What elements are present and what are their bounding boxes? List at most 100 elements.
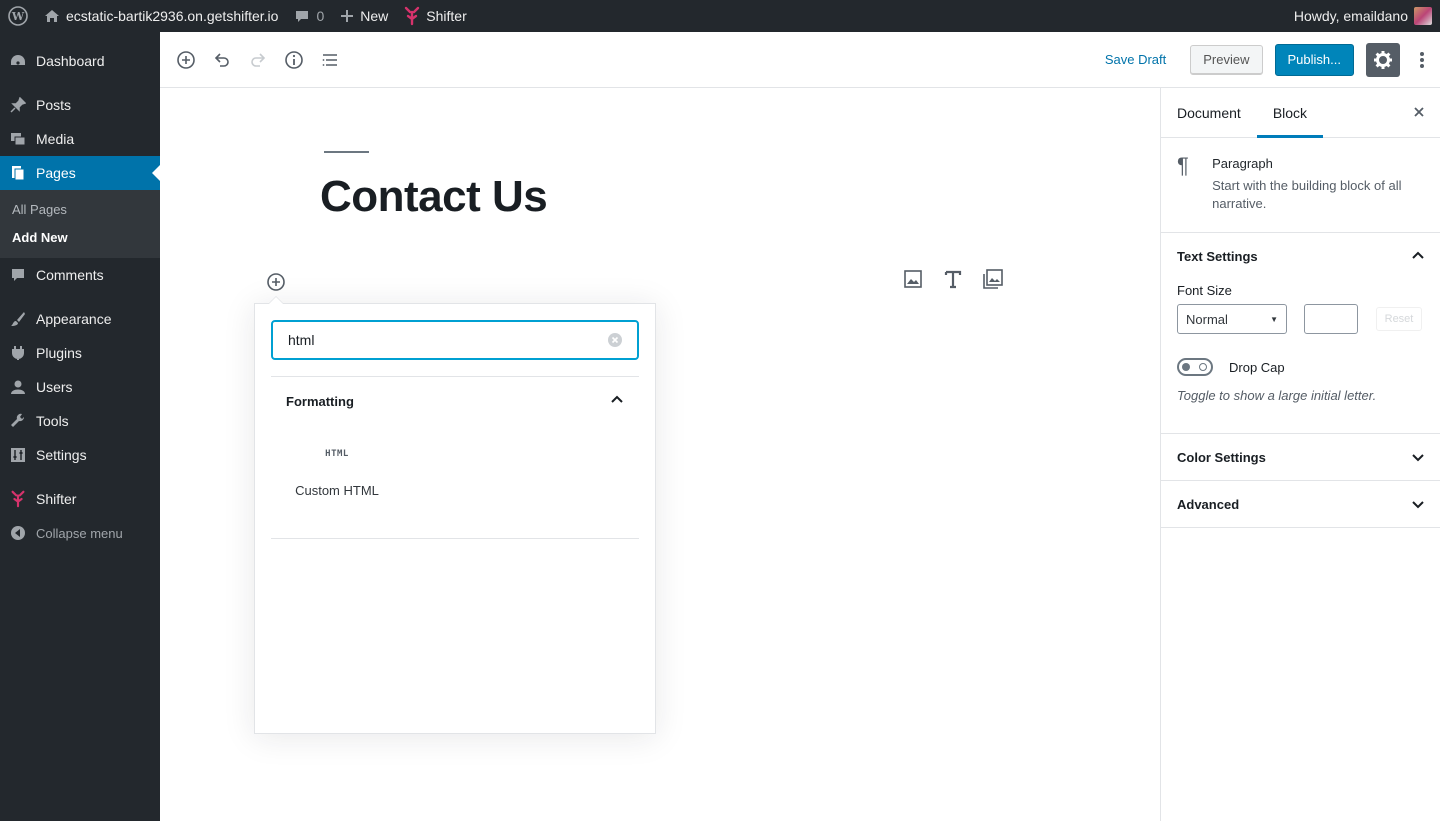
caret-down-icon: ▼	[1270, 315, 1278, 324]
sidebar-item-shifter[interactable]: Shifter	[0, 482, 160, 516]
sidebar-item-settings[interactable]: Settings	[0, 438, 160, 472]
sidebar-item-appearance[interactable]: Appearance	[0, 302, 160, 336]
user-icon	[10, 379, 26, 395]
separator-block[interactable]	[324, 151, 369, 153]
shifter-label: Shifter	[426, 8, 467, 24]
media-icon	[10, 131, 26, 147]
text-settings-panel: Text Settings Font Size Normal ▼ Reset D…	[1161, 233, 1440, 434]
undo-icon	[214, 52, 229, 67]
sidebar-item-posts[interactable]: Posts	[0, 88, 160, 122]
sidebar-item-plugins[interactable]: Plugins	[0, 336, 160, 370]
admin-bar: W ecstatic-bartik2936.on.getshifter.io 0…	[0, 0, 1440, 32]
advanced-toggle[interactable]: Advanced	[1161, 481, 1440, 527]
font-size-value: Normal	[1186, 311, 1228, 327]
panel-title: Advanced	[1177, 496, 1240, 512]
block-search-input[interactable]	[288, 332, 588, 348]
close-sidebar-button[interactable]	[1412, 105, 1426, 119]
pages-icon	[10, 165, 26, 181]
sidebar-item-media[interactable]: Media	[0, 122, 160, 156]
comments-count: 0	[316, 8, 325, 24]
preview-button[interactable]: Preview	[1190, 44, 1263, 75]
paragraph-icon: ¶	[1177, 153, 1189, 178]
sidebar-item-users[interactable]: Users	[0, 370, 160, 404]
collapse-menu-label: Collapse menu	[36, 525, 123, 541]
block-card-description: Start with the building block of all nar…	[1212, 178, 1402, 211]
save-draft-button[interactable]: Save Draft	[1093, 52, 1178, 67]
howdy-text: Howdy, emaildano	[1293, 8, 1408, 24]
gallery-icon	[983, 269, 1003, 289]
clear-search-button[interactable]	[607, 332, 623, 348]
color-settings-panel: Color Settings	[1161, 434, 1440, 481]
comments-link[interactable]: 0	[286, 0, 332, 32]
redo-icon	[251, 52, 266, 67]
color-settings-toggle[interactable]: Color Settings	[1161, 434, 1440, 480]
page-title[interactable]: Contact Us	[320, 172, 548, 222]
submenu-all-pages[interactable]: All Pages	[0, 196, 160, 224]
sidebar-item-label: Shifter	[36, 491, 77, 507]
settings-toggle-button[interactable]	[1366, 42, 1400, 77]
chevron-down-icon	[1410, 449, 1426, 465]
add-gallery-block-button[interactable]	[975, 266, 1011, 292]
collapse-menu-button[interactable]: Collapse menu	[0, 516, 160, 550]
close-icon	[1414, 107, 1424, 117]
drop-cap-toggle[interactable]	[1177, 358, 1213, 376]
add-heading-block-button[interactable]	[935, 266, 971, 292]
settings-sidebar: Document Block ¶ Paragraph Start with th…	[1160, 88, 1440, 821]
dashboard-icon	[10, 53, 26, 69]
pages-submenu: All Pages Add New	[0, 190, 160, 258]
sidebar-item-comments[interactable]: Comments	[0, 258, 160, 292]
toggle-knob	[1182, 363, 1190, 371]
add-image-block-button[interactable]	[895, 266, 931, 292]
custom-html-block-item[interactable]: HTML Custom HTML	[281, 434, 393, 514]
text-settings-toggle[interactable]: Text Settings	[1161, 233, 1440, 279]
new-content-link[interactable]: New	[332, 0, 396, 32]
more-menu-button[interactable]	[1412, 43, 1432, 77]
account-menu[interactable]: Howdy, emaildano	[1286, 0, 1440, 32]
image-icon	[904, 270, 922, 288]
sidebar-item-label: Dashboard	[36, 53, 105, 69]
publish-button[interactable]: Publish...	[1274, 43, 1354, 76]
admin-sidebar: Dashboard Posts Media Pages All Pages Ad…	[0, 32, 160, 821]
block-search-field[interactable]	[271, 320, 639, 360]
site-name: ecstatic-bartik2936.on.getshifter.io	[66, 8, 279, 24]
sidebar-item-label: Settings	[36, 447, 87, 463]
custom-font-size-input[interactable]	[1304, 304, 1358, 334]
shifter-icon	[405, 6, 420, 26]
tab-block[interactable]: Block	[1256, 88, 1324, 138]
block-card-title: Paragraph	[1212, 156, 1273, 171]
drop-cap-help: Toggle to show a large initial letter.	[1177, 388, 1377, 403]
sidebar-item-label: Tools	[36, 413, 69, 429]
site-name-link[interactable]: ecstatic-bartik2936.on.getshifter.io	[36, 0, 286, 32]
list-icon	[322, 53, 337, 66]
font-size-label: Font Size	[1177, 283, 1232, 298]
close-circle-icon	[608, 333, 622, 347]
undo-button[interactable]	[204, 42, 240, 78]
submenu-add-new[interactable]: Add New	[0, 224, 160, 252]
pin-icon	[10, 97, 26, 113]
sidebar-item-pages[interactable]: Pages	[0, 156, 160, 190]
sidebar-item-label: Comments	[36, 267, 104, 283]
content-info-button[interactable]	[276, 42, 312, 78]
tab-document[interactable]: Document	[1161, 88, 1257, 137]
wordpress-logo[interactable]: W	[0, 0, 36, 32]
chevron-up-icon[interactable]	[609, 392, 625, 408]
drop-cap-label: Drop Cap	[1229, 359, 1285, 375]
block-navigation-button[interactable]	[312, 42, 348, 78]
redo-button[interactable]	[240, 42, 276, 78]
block-card: ¶ Paragraph Start with the building bloc…	[1161, 138, 1440, 233]
chevron-up-icon	[1410, 248, 1426, 264]
sidebar-item-label: Media	[36, 131, 75, 147]
plus-circle-icon	[267, 273, 285, 291]
shifter-link[interactable]: Shifter	[396, 0, 474, 32]
advanced-panel: Advanced	[1161, 481, 1440, 528]
reset-font-size-button[interactable]: Reset	[1376, 307, 1422, 331]
font-size-select[interactable]: Normal ▼	[1177, 304, 1287, 334]
wordpress-icon: W	[8, 6, 28, 26]
add-block-button[interactable]	[168, 42, 204, 78]
formatting-panel-title[interactable]: Formatting	[286, 394, 354, 409]
sidebar-item-dashboard[interactable]: Dashboard	[0, 44, 160, 78]
plugin-icon	[10, 345, 26, 361]
sidebar-item-tools[interactable]: Tools	[0, 404, 160, 438]
editor-header: Save Draft Preview Publish...	[160, 32, 1440, 88]
inline-inserter-button[interactable]	[265, 271, 287, 293]
